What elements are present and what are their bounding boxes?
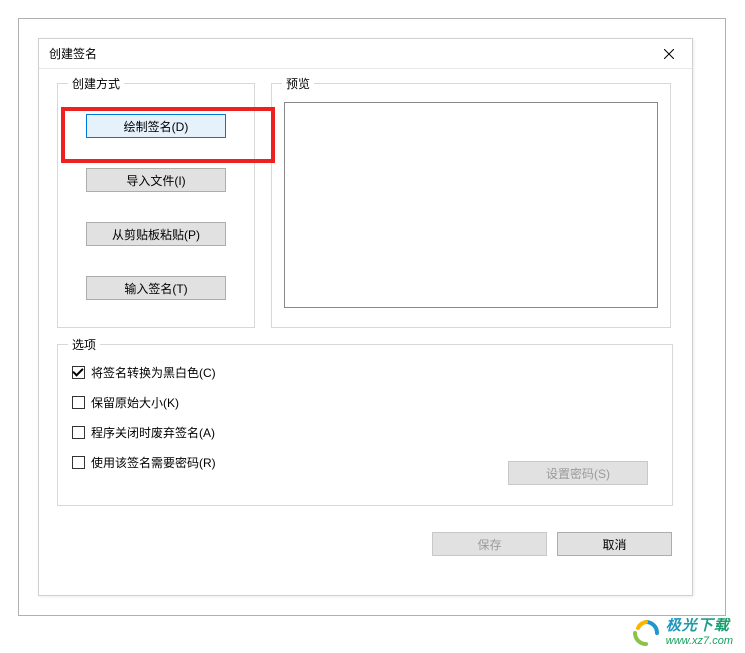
option-bw-checkbox[interactable]: [72, 366, 85, 379]
option-discard-label: 程序关闭时废弃签名(A): [91, 424, 215, 441]
dialog-title: 创建签名: [49, 45, 97, 62]
options-legend: 选项: [68, 336, 100, 353]
preview-legend: 预览: [282, 75, 314, 92]
options-group: 选项 将签名转换为黑白色(C) 保留原始大小(K) 程序关闭时废弃签名(A) 使…: [57, 344, 673, 506]
type-signature-button[interactable]: 输入签名(T): [86, 276, 226, 300]
watermark-url: www.xz7.com: [666, 635, 733, 647]
save-button: 保存: [432, 532, 547, 556]
option-keepsize-label: 保留原始大小(K): [91, 394, 179, 411]
create-signature-dialog: 创建签名 创建方式 绘制签名(D) 导入文件(I) 从剪贴板粘贴(P) 输入签名…: [38, 38, 693, 596]
option-password-checkbox[interactable]: [72, 456, 85, 469]
preview-group: 预览: [271, 83, 671, 328]
dialog-buttons: 保存 取消: [57, 532, 674, 556]
dialog-body: 创建方式 绘制签名(D) 导入文件(I) 从剪贴板粘贴(P) 输入签名(T) 预…: [39, 69, 692, 570]
option-bw-label: 将签名转换为黑白色(C): [91, 364, 216, 381]
titlebar: 创建签名: [39, 39, 692, 69]
watermark-title: 极光下载: [666, 618, 733, 635]
option-password-label: 使用该签名需要密码(R): [91, 454, 216, 471]
draw-signature-button[interactable]: 绘制签名(D): [86, 114, 226, 138]
creation-method-group: 创建方式 绘制签名(D) 导入文件(I) 从剪贴板粘贴(P) 输入签名(T): [57, 83, 255, 328]
option-keepsize-checkbox[interactable]: [72, 396, 85, 409]
preview-canvas: [284, 102, 658, 308]
paste-clipboard-button[interactable]: 从剪贴板粘贴(P): [86, 222, 226, 246]
option-bw-row[interactable]: 将签名转换为黑白色(C): [72, 363, 658, 381]
cancel-button[interactable]: 取消: [557, 532, 672, 556]
set-password-button: 设置密码(S): [508, 461, 648, 485]
watermark-logo-icon: [632, 619, 660, 647]
watermark: 极光下载 www.xz7.com: [632, 618, 733, 647]
close-icon: [664, 49, 674, 59]
option-discard-checkbox[interactable]: [72, 426, 85, 439]
option-discard-row[interactable]: 程序关闭时废弃签名(A): [72, 423, 658, 441]
option-keepsize-row[interactable]: 保留原始大小(K): [72, 393, 658, 411]
import-file-button[interactable]: 导入文件(I): [86, 168, 226, 192]
close-button[interactable]: [654, 42, 684, 66]
creation-method-legend: 创建方式: [68, 75, 124, 92]
watermark-text: 极光下载 www.xz7.com: [666, 618, 733, 647]
